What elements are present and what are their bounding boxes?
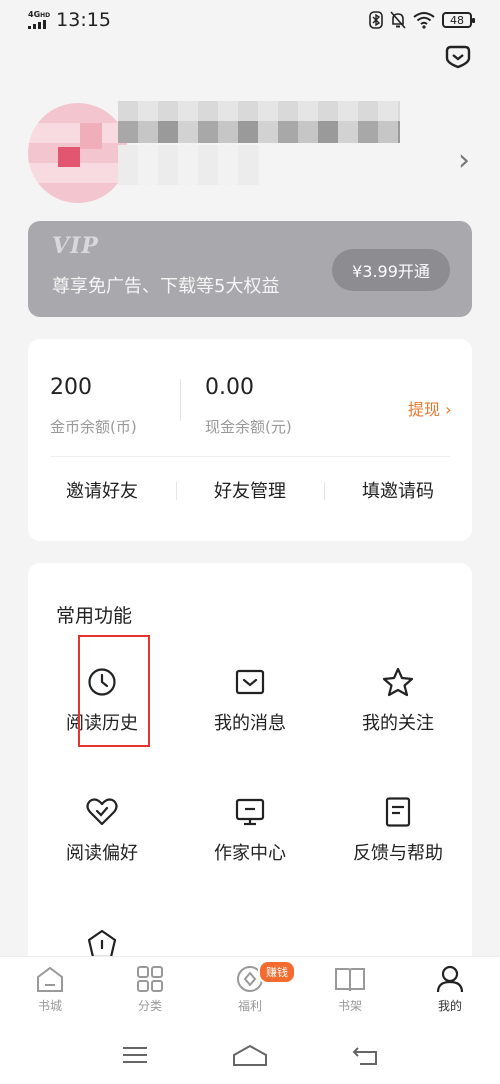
username-blurred-detail [118,121,400,143]
earn-money-badge: 赚钱 [258,960,296,984]
monitor-icon [235,798,265,826]
coin-balance-value: 200 [50,375,92,400]
tab-categories[interactable]: 分类 [100,957,200,1026]
section-title: 常用功能 [56,605,133,627]
tab-bookshelf[interactable]: 书架 [300,957,400,1026]
vip-logo: VIP [52,233,99,259]
feedback-help-label: 反馈与帮助 [353,843,443,864]
pentagon-info-icon [87,929,117,959]
tab-label: 书城 [37,999,62,1013]
cash-balance[interactable]: 0.00 现金余额(元) [205,375,292,437]
invite-friends-button[interactable]: 邀请好友 [28,477,176,507]
status-right: 48 [369,11,475,29]
profile-header[interactable]: › [28,95,478,215]
tab-mine[interactable]: 我的 [400,957,500,1026]
home-icon [37,966,63,992]
reading-preference-item[interactable]: 阅读偏好 [42,797,162,865]
manage-friends-button[interactable]: 好友管理 [176,477,324,507]
highlight-annotation-box [78,635,150,747]
avatar[interactable] [28,103,128,203]
network-hd: HD [40,12,51,19]
tab-bookstore[interactable]: 书城 [0,957,100,1026]
clock-time: 13:15 [56,9,111,31]
user-icon [436,965,464,993]
network-type: 4G [28,10,41,19]
bottom-tab-bar: 书城 分类 福利 赚钱 书架 我的 [0,956,500,1026]
wallet-card: 200 金币余额(币) 0.00 现金余额(元) 提现 › 邀请好友 好友管理 … [28,339,472,541]
book-icon [335,968,365,992]
user-info-blurred [118,145,260,185]
tab-label: 我的 [437,999,462,1013]
status-bar: 4GHD 13:15 48 [0,0,500,40]
vip-description: 尊享免广告、下载等5大权益 [52,276,280,297]
chevron-right-icon[interactable]: › [458,143,470,178]
divider [50,456,450,457]
mute-bell-icon [390,11,406,29]
battery-level: 48 [450,13,464,27]
author-center-label: 作家中心 [214,843,286,864]
settings-icon[interactable] [444,44,472,70]
grid-icon [137,966,163,992]
heart-icon [86,798,118,826]
wifi-icon [413,12,435,29]
message-icon [235,669,265,695]
friend-actions: 邀请好友 好友管理 填邀请码 [28,477,472,507]
withdraw-link[interactable]: 提现 › [408,396,452,420]
status-left: 4GHD 13:15 [28,9,111,31]
network-indicator: 4GHD [28,11,50,29]
signal-icon [28,20,50,29]
author-center-item[interactable]: 作家中心 [190,797,310,865]
common-functions-card: 常用功能 阅读历史 我的消息 我的关注 阅读偏好 作家中心 反馈与帮助 [28,563,472,963]
enter-invite-code-button[interactable]: 填邀请码 [324,477,472,507]
document-icon [385,797,411,827]
star-icon [382,667,414,697]
reading-preference-label: 阅读偏好 [66,843,138,864]
bluetooth-icon [369,11,383,29]
partial-function-item[interactable] [42,929,162,959]
my-messages-label: 我的消息 [214,713,286,734]
coin-balance[interactable]: 200 金币余额(币) [50,375,137,437]
coin-balance-label: 金币余额(币) [50,418,137,436]
vip-open-button[interactable]: ¥3.99开通 [332,249,450,291]
my-follows-label: 我的关注 [362,713,434,734]
menu-icon[interactable] [122,1045,148,1065]
username-blurred [118,101,400,121]
tab-label: 分类 [137,999,162,1013]
tab-label: 福利 [237,999,262,1013]
feedback-help-item[interactable]: 反馈与帮助 [338,797,458,865]
system-nav-bar [0,1026,500,1084]
divider [180,379,181,421]
back-icon[interactable] [352,1044,378,1066]
home-nav-icon[interactable] [232,1044,268,1066]
tab-welfare[interactable]: 福利 赚钱 [200,957,300,1026]
vip-card[interactable]: VIP 尊享免广告、下载等5大权益 ¥3.99开通 [28,221,472,317]
my-messages-item[interactable]: 我的消息 [190,667,310,735]
cash-balance-label: 现金余额(元) [205,418,292,436]
my-follows-item[interactable]: 我的关注 [338,667,458,735]
cash-balance-value: 0.00 [205,375,254,400]
tab-label: 书架 [337,999,362,1013]
battery-icon: 48 [442,12,475,28]
